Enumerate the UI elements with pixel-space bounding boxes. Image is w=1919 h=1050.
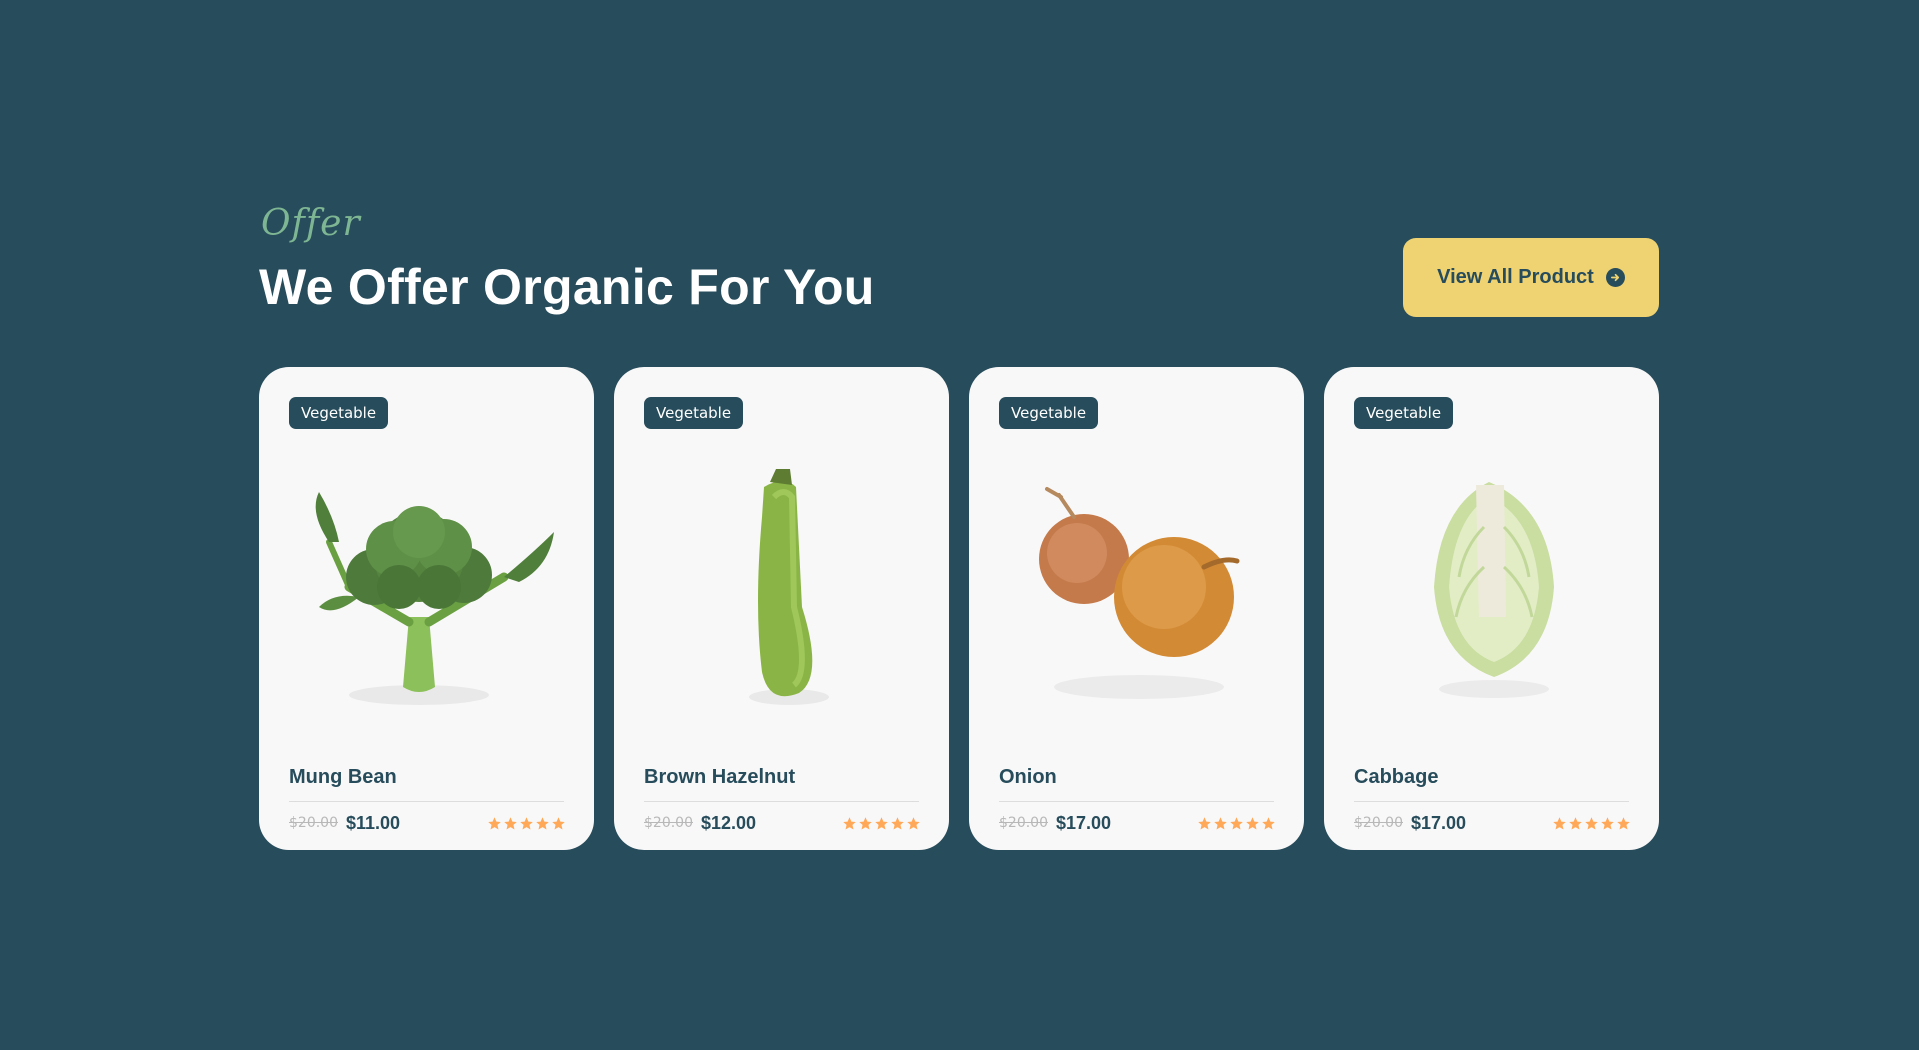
product-card[interactable]: Vegetable Cabbage $20.00 $17.00 xyxy=(1324,367,1659,850)
star-icon xyxy=(552,816,565,829)
star-icon xyxy=(907,816,920,829)
star-icon xyxy=(1230,816,1243,829)
star-icon xyxy=(1246,816,1259,829)
product-name[interactable]: Brown Hazelnut xyxy=(644,766,795,789)
price-row: $20.00 $12.00 xyxy=(644,808,921,838)
product-name[interactable]: Onion xyxy=(999,766,1057,789)
old-price: $20.00 xyxy=(644,815,693,831)
view-all-product-button[interactable]: View All Product xyxy=(1403,238,1659,317)
arrow-right-circle-icon xyxy=(1605,268,1625,287)
star-icon xyxy=(488,816,501,829)
view-all-product-label: View All Product xyxy=(1437,266,1594,288)
broccoli-image xyxy=(279,457,574,717)
star-icon xyxy=(1553,816,1566,829)
star-icon xyxy=(1569,816,1582,829)
cabbage-image xyxy=(1344,457,1639,717)
star-icon xyxy=(859,816,872,829)
star-icon xyxy=(1601,816,1614,829)
star-icon xyxy=(1585,816,1598,829)
category-badge: Vegetable xyxy=(1354,397,1454,429)
star-icon xyxy=(1262,816,1275,829)
old-price: $20.00 xyxy=(999,815,1048,831)
star-icon xyxy=(875,816,888,829)
price: $17.00 xyxy=(1411,812,1467,833)
rating-stars xyxy=(1552,816,1631,831)
star-icon xyxy=(520,816,533,829)
old-price: $20.00 xyxy=(1354,815,1403,831)
price-row: $20.00 $11.00 xyxy=(289,808,566,838)
product-name[interactable]: Cabbage xyxy=(1354,766,1438,789)
price: $12.00 xyxy=(701,812,757,833)
divider xyxy=(289,801,564,802)
divider xyxy=(1354,801,1629,802)
star-icon xyxy=(1214,816,1227,829)
price: $17.00 xyxy=(1056,812,1112,833)
rating-stars xyxy=(842,816,921,831)
rating-stars xyxy=(487,816,566,831)
category-badge: Vegetable xyxy=(289,397,389,429)
star-icon xyxy=(536,816,549,829)
product-list: Vegetable Mung Bean $20.00 $11.00 Vegeta… xyxy=(259,367,1659,850)
star-icon xyxy=(1617,816,1630,829)
price: $11.00 xyxy=(346,812,401,833)
rating-stars xyxy=(1197,816,1276,831)
divider xyxy=(644,801,919,802)
product-card[interactable]: Vegetable Onion $20.00 $17.00 xyxy=(969,367,1304,850)
price-row: $20.00 $17.00 xyxy=(1354,808,1631,838)
divider xyxy=(999,801,1274,802)
product-name[interactable]: Mung Bean xyxy=(289,766,397,789)
section-title: We Offer Organic For You xyxy=(259,259,875,315)
product-card[interactable]: Vegetable Brown Hazelnut $20.00 $12.00 xyxy=(614,367,949,850)
price-row: $20.00 $17.00 xyxy=(999,808,1276,838)
star-icon xyxy=(504,816,517,829)
zucchini-image xyxy=(634,457,929,717)
star-icon xyxy=(1198,816,1211,829)
star-icon xyxy=(891,816,904,829)
star-icon xyxy=(843,816,856,829)
product-card[interactable]: Vegetable Mung Bean $20.00 $11.00 xyxy=(259,367,594,850)
onion-image xyxy=(989,457,1284,717)
old-price: $20.00 xyxy=(289,815,338,831)
category-badge: Vegetable xyxy=(644,397,744,429)
section-subtitle: Offer xyxy=(261,203,361,244)
category-badge: Vegetable xyxy=(999,397,1099,429)
offer-section: Offer We Offer Organic For You View All … xyxy=(259,0,1660,1050)
